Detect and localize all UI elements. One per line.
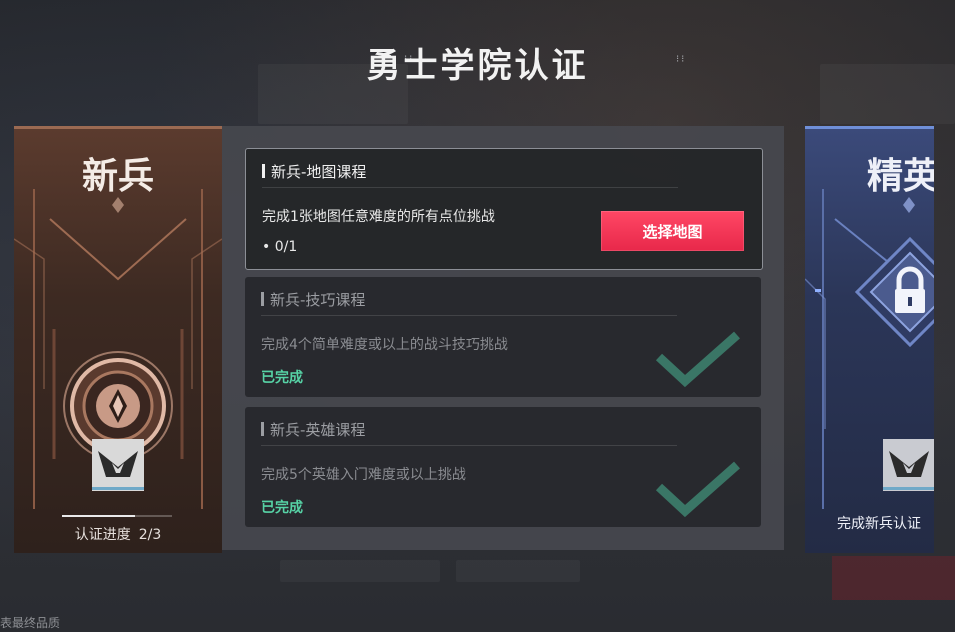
rank-card-elite[interactable]: 精英 完成新兵认证	[805, 126, 934, 553]
rank-name: 新兵	[81, 156, 154, 197]
course-card-map[interactable]: 新兵-地图课程 完成1张地图任意难度的所有点位挑战 • 0/1 选择地图	[245, 148, 763, 270]
title-decoration-right: ⁝⁝	[676, 54, 687, 65]
rank-card-recruit[interactable]: 新兵 认证进度 2/3	[14, 126, 222, 553]
divider	[261, 315, 677, 316]
course-card-hero[interactable]: 新兵-英雄课程 完成5个英雄入门难度或以上挑战 已完成	[245, 407, 761, 527]
elite-badge-icon	[883, 439, 934, 491]
checkmark-icon	[655, 461, 740, 518]
divider	[262, 187, 678, 188]
footer-note: 表最终品质	[0, 616, 61, 630]
page-title: 勇士学院认证	[366, 46, 589, 86]
checkmark-icon	[655, 331, 740, 388]
course-card-skill[interactable]: 新兵-技巧课程 完成4个简单难度或以上的战斗技巧挑战 已完成	[245, 277, 761, 397]
progress-value: 2/3	[138, 527, 162, 543]
select-map-button[interactable]: 选择地图	[601, 211, 744, 251]
divider	[261, 445, 677, 446]
rank-name: 精英	[867, 156, 934, 197]
course-status: 已完成	[261, 370, 303, 386]
recruit-badge-icon	[92, 439, 144, 491]
course-description: 完成4个简单难度或以上的战斗技巧挑战	[261, 337, 508, 353]
certification-progress-fill	[62, 515, 136, 517]
course-title: 新兵-地图课程	[262, 161, 366, 182]
course-panel: 新兵-地图课程 完成1张地图任意难度的所有点位挑战 • 0/1 选择地图 新兵-…	[222, 126, 784, 550]
course-title: 新兵-英雄课程	[261, 419, 365, 440]
background-button	[832, 556, 955, 600]
certification-progress: 认证进度 2/3	[14, 524, 222, 544]
unlock-requirement: 完成新兵认证	[837, 516, 921, 532]
course-title: 新兵-技巧课程	[261, 289, 365, 310]
course-description: 完成5个英雄入门难度或以上挑战	[261, 467, 466, 483]
background-panel	[280, 560, 440, 582]
progress-label: 认证进度	[74, 527, 131, 543]
course-progress: • 0/1	[262, 239, 298, 255]
background-panel	[456, 560, 580, 582]
lock-icon	[855, 237, 934, 347]
course-description: 完成1张地图任意难度的所有点位挑战	[262, 209, 495, 225]
certification-progress-bar	[62, 515, 172, 517]
course-status: 已完成	[261, 500, 303, 516]
